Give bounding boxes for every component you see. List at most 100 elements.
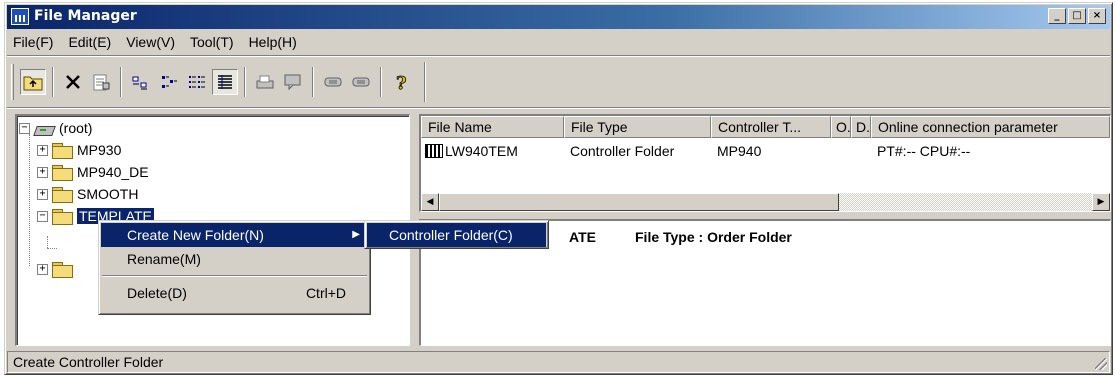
column-header-file-name[interactable]: File Name [421, 116, 564, 138]
info-name-fragment: ATE [569, 229, 596, 245]
toolbar-grip[interactable] [11, 64, 14, 100]
toolbar-divider [7, 107, 1110, 109]
toolbar: ? [7, 57, 519, 107]
properties-icon [93, 74, 110, 91]
tree-node-mp930[interactable]: + MP930 [37, 140, 121, 160]
menu-tool[interactable]: Tool(T) [190, 34, 234, 50]
disconnect-button[interactable] [348, 69, 374, 95]
properties-button[interactable] [88, 69, 114, 95]
delete-button[interactable] [60, 69, 86, 95]
expand-icon[interactable]: + [37, 144, 48, 156]
list-header: File Name File Type Controller T... O. D… [421, 116, 1110, 138]
toolbar-separator [312, 67, 314, 97]
folder-icon [52, 143, 73, 159]
tree-node-label: MP930 [77, 142, 122, 158]
open-folder-icon [52, 209, 73, 225]
up-folder-button[interactable] [20, 69, 46, 95]
tree-node-label: (root) [59, 120, 93, 136]
window-title: File Manager [34, 8, 137, 24]
delete-icon [66, 75, 80, 89]
menu-help[interactable]: Help(H) [249, 34, 297, 50]
horizontal-scrollbar[interactable]: ◀ ▶ [421, 193, 1110, 211]
context-menu: Create New Folder(N) ▶ Rename(M) Delete(… [98, 220, 371, 315]
expand-icon[interactable]: + [37, 166, 48, 178]
toolbar-separator [120, 67, 122, 97]
cell-online-params: PT#:-- CPU#:-- [877, 143, 971, 159]
cell-file-type: Controller Folder [570, 143, 675, 159]
menu-item-create-new-folder[interactable]: Create New Folder(N) ▶ [101, 223, 368, 247]
expand-icon[interactable]: + [37, 263, 48, 275]
print-button[interactable] [252, 69, 278, 95]
submenu-arrow-icon: ▶ [352, 229, 360, 240]
comment-button[interactable] [280, 69, 306, 95]
toolbar-end-separator [424, 62, 426, 102]
expand-icon[interactable]: + [37, 188, 48, 200]
tree-guide-line [47, 248, 57, 249]
menu-item-shortcut: Ctrl+D [305, 285, 346, 301]
table-row[interactable]: LW940TEM Controller Folder MP940 PT#:-- … [421, 141, 1110, 161]
menu-item-label: Rename(M) [127, 251, 201, 267]
file-list[interactable]: File Name File Type Controller T... O. D… [419, 114, 1111, 212]
disconnect-icon [352, 77, 370, 87]
tree-node-root[interactable]: − (root) [19, 118, 92, 138]
menu-item-controller-folder[interactable]: Controller Folder(C) [367, 223, 546, 247]
drive-icon [34, 120, 54, 136]
status-bar: Create Controller Folder [7, 351, 1110, 373]
scroll-left-button[interactable]: ◀ [421, 193, 439, 211]
maximize-button[interactable]: □ [1068, 8, 1086, 24]
toolbar-separator [244, 67, 246, 97]
up-folder-icon [23, 76, 43, 91]
menu-file[interactable]: File(F) [13, 34, 53, 50]
scroll-thumb[interactable] [439, 193, 839, 211]
controller-icon [425, 144, 443, 158]
window-controls: _ □ × [1046, 8, 1106, 24]
tree-guide-line [47, 236, 48, 248]
menu-item-rename[interactable]: Rename(M) [101, 247, 368, 271]
details-view-icon [218, 75, 232, 89]
resize-grip-icon[interactable] [1095, 358, 1107, 370]
close-button[interactable]: × [1088, 8, 1106, 24]
menu-bar: File(F) Edit(E) View(V) Tool(T) Help(H) [7, 30, 1110, 54]
title-bar[interactable]: File Manager _ □ × [7, 5, 1110, 29]
small-icons-button[interactable] [156, 69, 182, 95]
comment-icon [284, 74, 301, 91]
column-header-d[interactable]: D. [851, 116, 871, 138]
connect-button[interactable] [320, 69, 346, 95]
help-button[interactable]: ? [388, 69, 414, 95]
column-header-file-type[interactable]: File Type [564, 116, 711, 138]
menu-edit[interactable]: Edit(E) [68, 34, 111, 50]
tree-node-mp940-de[interactable]: + MP940_DE [37, 162, 149, 182]
menu-view[interactable]: View(V) [126, 34, 175, 50]
column-header-o[interactable]: O. [831, 116, 851, 138]
menu-item-delete[interactable]: Delete(D) Ctrl+D [101, 281, 368, 305]
list-view-button[interactable] [184, 69, 210, 95]
folder-icon [52, 262, 73, 278]
menu-item-label: Delete(D) [127, 285, 187, 301]
tree-guide-line [29, 134, 30, 266]
minimize-button[interactable]: _ [1048, 8, 1066, 24]
file-manager-app-icon [11, 8, 29, 25]
print-icon [256, 75, 274, 89]
cell-controller-type: MP940 [717, 143, 762, 159]
column-header-online-params[interactable]: Online connection parameter [871, 116, 1110, 138]
cell-file-name: LW940TEM [421, 143, 564, 159]
details-view-button[interactable] [212, 69, 238, 95]
folder-icon [52, 165, 73, 181]
folder-icon [52, 187, 73, 203]
connect-icon [324, 77, 342, 87]
tree-node-smooth[interactable]: + SMOOTH [37, 184, 138, 204]
status-text: Create Controller Folder [13, 354, 164, 370]
collapse-icon[interactable]: − [37, 210, 48, 222]
list-view-icon [189, 76, 205, 88]
toolbar-separator [52, 67, 54, 97]
tree-node-label: SMOOTH [77, 186, 139, 202]
tree-node-label: MP940_DE [77, 164, 149, 180]
tree-node-hidden[interactable]: + [37, 259, 77, 279]
menu-item-label: Create New Folder(N) [127, 227, 264, 243]
create-folder-submenu: Controller Folder(C) [364, 220, 549, 249]
scroll-right-button[interactable]: ▶ [1092, 193, 1110, 211]
column-header-controller-type[interactable]: Controller T... [711, 116, 831, 138]
collapse-icon[interactable]: − [19, 122, 30, 134]
file-name-text: LW940TEM [445, 143, 518, 159]
large-icons-button[interactable] [128, 69, 154, 95]
